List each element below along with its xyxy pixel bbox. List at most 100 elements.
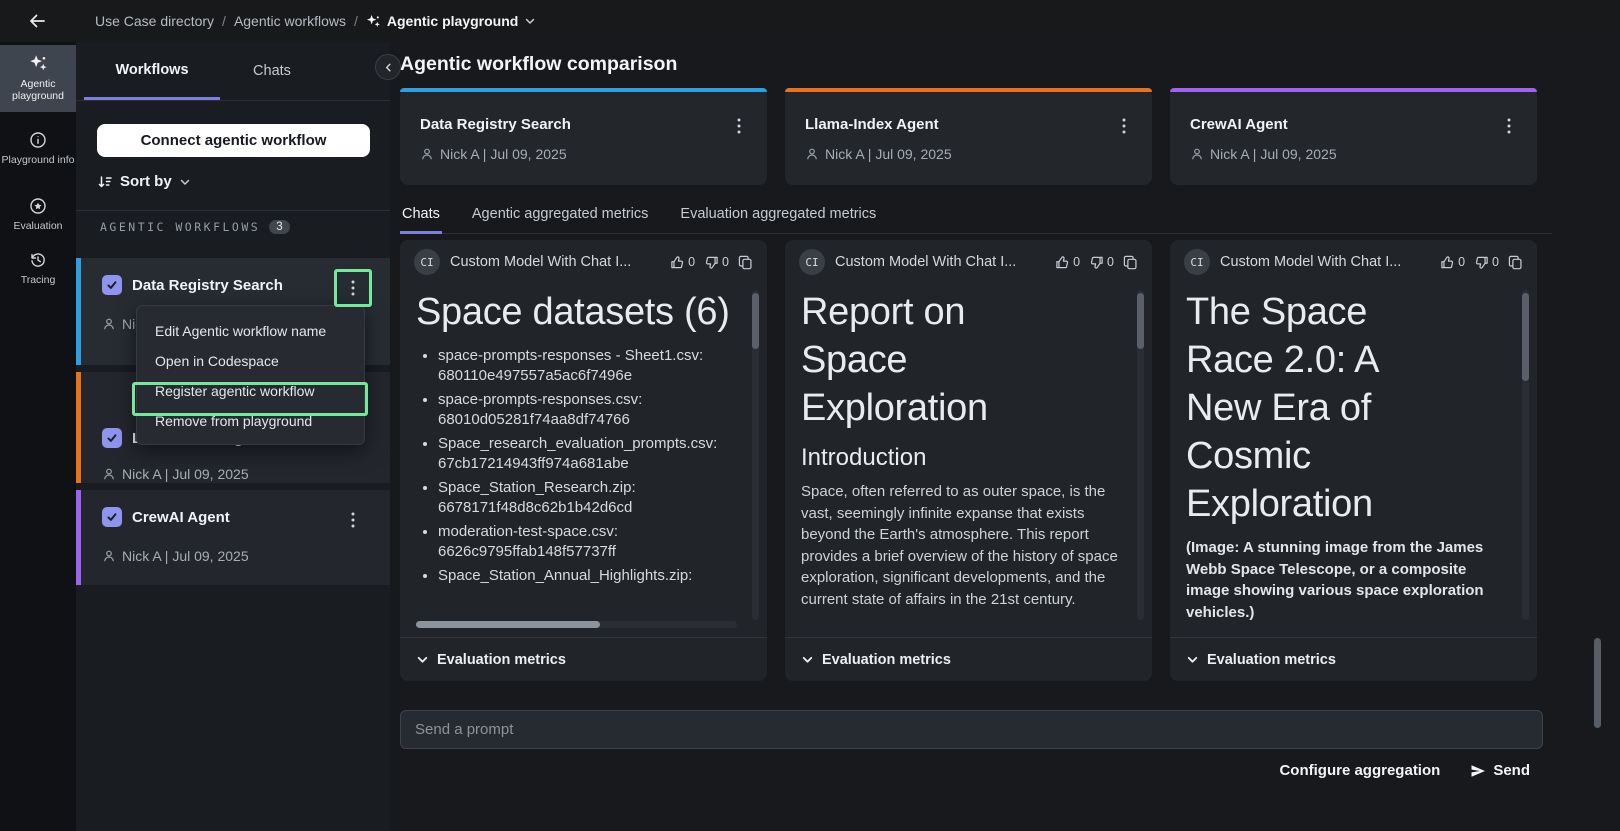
chevron-down-icon — [1186, 653, 1199, 666]
star-circle-icon — [29, 197, 47, 215]
paper-plane-icon — [1470, 763, 1486, 779]
menu-item-register-agentic-workflow[interactable]: Register agentic workflow — [137, 376, 364, 406]
back-button[interactable] — [26, 11, 50, 31]
breadcrumb-agentic-workflows[interactable]: Agentic workflows — [234, 13, 346, 29]
tab-chats[interactable]: Chats — [226, 42, 318, 100]
breadcrumb-current-page[interactable]: Agentic playground — [366, 13, 536, 29]
chat-response-content: Space datasets (6) space-prompts-respons… — [416, 288, 737, 620]
chat-response-content: Report on Space Exploration Introduction… — [801, 288, 1122, 632]
evaluation-metrics-toggle[interactable]: Evaluation metrics — [1170, 637, 1537, 681]
comparison-tabs: Chats Agentic aggregated metrics Evaluat… — [400, 200, 1552, 234]
tab-workflows[interactable]: Workflows — [84, 42, 220, 100]
rail-item-evaluation[interactable]: Evaluation — [0, 188, 76, 236]
workflow-accent-bar — [76, 490, 81, 585]
collapse-sidebar-button[interactable] — [375, 54, 401, 80]
rail-item-label: Agentic playground — [0, 78, 76, 102]
workflow-kebab-menu-button[interactable] — [340, 275, 366, 301]
person-icon — [420, 147, 434, 161]
list-item: space-prompts-responses - Sheet1.csv: 68… — [438, 346, 737, 386]
person-icon — [805, 147, 819, 161]
send-button[interactable]: Send — [1470, 762, 1530, 779]
divider — [76, 210, 390, 211]
thumbs-down-button[interactable]: 0 — [1474, 255, 1499, 270]
list-item: Space_research_evaluation_prompts.csv: 6… — [438, 434, 737, 474]
bottom-actions: Configure aggregation Send — [1279, 762, 1530, 779]
sidebar-tabs: Workflows Chats — [76, 42, 390, 101]
model-avatar: CI — [414, 249, 440, 275]
horizontal-scrollbar[interactable] — [416, 621, 737, 628]
person-icon — [102, 317, 116, 331]
chevron-down-icon — [524, 15, 536, 27]
configure-aggregation-button[interactable]: Configure aggregation — [1279, 762, 1440, 779]
tab-evaluation-aggregated-metrics[interactable]: Evaluation aggregated metrics — [678, 200, 878, 234]
workflow-name: CrewAI Agent — [132, 509, 230, 526]
connect-agentic-workflow-button[interactable]: Connect agentic workflow — [97, 124, 370, 157]
vertical-scrollbar[interactable] — [1137, 290, 1144, 620]
workflow-sidebar: Workflows Chats Connect agentic workflow… — [76, 42, 390, 831]
chat-panel-header: CI Custom Model With Chat I... 0 0 — [400, 240, 767, 284]
workflow-accent-bar — [76, 372, 81, 483]
menu-item-edit-workflow-name[interactable]: Edit Agentic workflow name — [137, 316, 364, 346]
thumbs-down-button[interactable]: 0 — [704, 255, 729, 270]
sort-by-dropdown[interactable]: Sort by — [97, 173, 191, 190]
thumbs-up-button[interactable]: 0 — [1055, 255, 1080, 270]
history-icon — [29, 251, 47, 269]
card-kebab-menu-button[interactable] — [1112, 114, 1136, 138]
sort-icon — [97, 174, 113, 190]
copy-button[interactable] — [738, 255, 753, 270]
vertical-scrollbar[interactable] — [1522, 290, 1529, 620]
response-subheading: Introduction — [801, 444, 1122, 472]
chat-panel-data-registry-search: CI Custom Model With Chat I... 0 0 Space… — [400, 240, 767, 681]
workflow-checkbox[interactable] — [102, 507, 122, 527]
thumbs-up-button[interactable]: 0 — [670, 255, 695, 270]
check-icon — [106, 511, 118, 523]
menu-item-remove-from-playground[interactable]: Remove from playground — [137, 406, 364, 436]
breadcrumb-separator: / — [354, 13, 358, 29]
kebab-icon — [351, 280, 355, 296]
left-nav-rail: Agentic playground Playground info Evalu… — [0, 42, 76, 831]
tab-chats-comparison[interactable]: Chats — [400, 200, 442, 234]
rail-item-tracing[interactable]: Tracing — [0, 242, 76, 290]
card-kebab-menu-button[interactable] — [1497, 114, 1521, 138]
thumbs-up-button[interactable]: 0 — [1440, 255, 1465, 270]
agentic-workflows-section-header: AGENTIC WORKFLOWS 3 — [100, 220, 290, 234]
workflow-checkbox[interactable] — [102, 275, 122, 295]
prompt-input[interactable] — [400, 710, 1543, 749]
comparison-card-data-registry-search: Data Registry Search Nick A | Jul 09, 20… — [400, 88, 767, 185]
list-item: moderation-test-space.csv: 6626c9795ffab… — [438, 522, 737, 562]
card-kebab-menu-button[interactable] — [727, 114, 751, 138]
thumbs-down-button[interactable]: 0 — [1089, 255, 1114, 270]
chevron-down-icon — [801, 653, 814, 666]
arrow-left-icon — [26, 11, 50, 31]
chat-response-content: The Space Race 2.0: A New Era of Cosmic … — [1186, 288, 1507, 632]
breadcrumb-use-case-directory[interactable]: Use Case directory — [95, 13, 214, 29]
evaluation-metrics-toggle[interactable]: Evaluation metrics — [400, 637, 767, 681]
card-meta: Nick A | Jul 09, 2025 — [1190, 146, 1337, 162]
rail-item-playground-info[interactable]: Playground info — [0, 122, 76, 182]
model-avatar: CI — [799, 249, 825, 275]
workflow-context-menu: Edit Agentic workflow name Open in Codes… — [136, 305, 365, 445]
rail-item-label: Playground info — [2, 154, 75, 166]
vertical-scrollbar[interactable] — [752, 290, 759, 620]
menu-item-open-in-codespace[interactable]: Open in Codespace — [137, 346, 364, 376]
check-icon — [106, 432, 118, 444]
person-icon — [102, 467, 116, 481]
comparison-card-llama-index-agent: Llama-Index Agent Nick A | Jul 09, 2025 — [785, 88, 1152, 185]
thumbs-up-icon — [1440, 255, 1455, 270]
workflow-kebab-menu-button[interactable] — [340, 507, 366, 533]
agentic-playground-screen: Use Case directory / Agentic workflows /… — [0, 0, 1620, 831]
tab-agentic-aggregated-metrics[interactable]: Agentic aggregated metrics — [470, 200, 651, 234]
card-meta: Nick A | Jul 09, 2025 — [420, 146, 567, 162]
card-title: Llama-Index Agent — [805, 116, 939, 133]
list-item: Space_Station_Research.zip: 6678171f48d8… — [438, 478, 737, 518]
main-vertical-scrollbar[interactable] — [1594, 638, 1601, 728]
rail-item-agentic-playground[interactable]: Agentic playground — [0, 45, 76, 112]
workflow-item-crewai-agent[interactable]: CrewAI Agent Nick A | Jul 09, 2025 — [76, 490, 390, 585]
section-title: AGENTIC WORKFLOWS — [100, 220, 260, 234]
chat-header-actions: 0 0 — [1440, 255, 1523, 270]
workflow-checkbox[interactable] — [102, 428, 122, 448]
copy-button[interactable] — [1508, 255, 1523, 270]
copy-button[interactable] — [1123, 255, 1138, 270]
evaluation-metrics-toggle[interactable]: Evaluation metrics — [785, 637, 1152, 681]
response-heading: The Space Race 2.0: A New Era of Cosmic … — [1186, 288, 1448, 528]
